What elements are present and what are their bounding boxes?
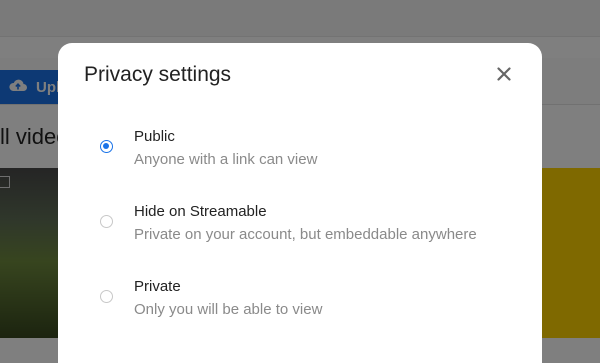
option-label: Public	[134, 128, 175, 145]
dialog-title: Privacy settings	[84, 63, 232, 86]
close-icon	[497, 66, 511, 85]
privacy-option-public[interactable]: Public Anyone with a link can view	[96, 128, 516, 178]
option-label: Hide on Streamable	[134, 203, 267, 220]
radio-public[interactable]	[100, 140, 113, 153]
privacy-option-private[interactable]: Private Only you will be able to view	[96, 278, 516, 328]
close-button[interactable]	[494, 65, 514, 85]
privacy-option-hide[interactable]: Hide on Streamable Private on your accou…	[96, 203, 516, 253]
radio-private[interactable]	[100, 290, 113, 303]
option-description: Only you will be able to view	[134, 301, 323, 318]
option-label: Private	[134, 278, 181, 295]
privacy-settings-dialog: Privacy settings Public Anyone with a li…	[58, 43, 542, 363]
radio-hide[interactable]	[100, 215, 113, 228]
option-description: Private on your account, but embeddable …	[134, 226, 477, 243]
option-description: Anyone with a link can view	[134, 151, 318, 168]
